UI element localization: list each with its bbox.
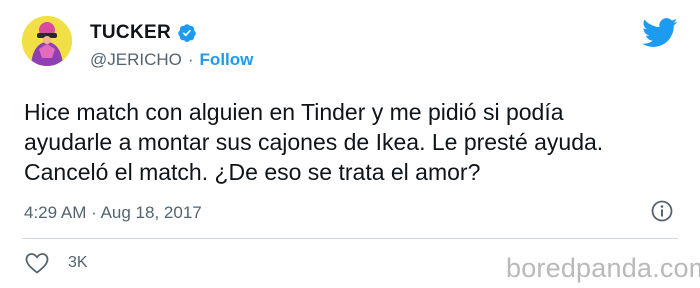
divider — [22, 238, 678, 239]
twitter-bird-icon[interactable] — [642, 18, 678, 48]
tweet-time: 4:29 AM — [24, 203, 87, 222]
tweet-line: Hice match con alguien en Tinder y me pi… — [24, 99, 564, 125]
display-name[interactable]: TUCKER — [90, 22, 171, 44]
separator-dot: · — [91, 203, 97, 222]
separator-dot: · — [187, 50, 194, 69]
user-handle[interactable]: @JERICHO — [90, 50, 182, 70]
tweet-line: ayudarle a montar sus cajones de Ikea. L… — [24, 129, 604, 155]
handle-row: @JERICHO · Follow — [90, 50, 253, 70]
follow-button[interactable]: Follow — [200, 50, 254, 70]
heart-icon[interactable] — [24, 251, 50, 275]
verified-badge-icon — [177, 23, 197, 43]
avatar[interactable] — [22, 16, 72, 66]
user-name-row: TUCKER — [90, 22, 197, 44]
like-row[interactable]: 3K — [24, 251, 88, 275]
avatar-image — [22, 16, 72, 66]
tweet-line: Canceló el match. ¿De eso se trata el am… — [24, 159, 481, 185]
watermark: boredpanda.com — [506, 253, 700, 283]
tweet-timestamp[interactable]: 4:29 AM · Aug 18, 2017 — [24, 203, 202, 223]
tweet-text: Hice match con alguien en Tinder y me pi… — [24, 97, 684, 187]
like-count: 3K — [68, 254, 88, 271]
info-icon[interactable] — [650, 199, 674, 223]
tweet-date: Aug 18, 2017 — [100, 203, 202, 222]
